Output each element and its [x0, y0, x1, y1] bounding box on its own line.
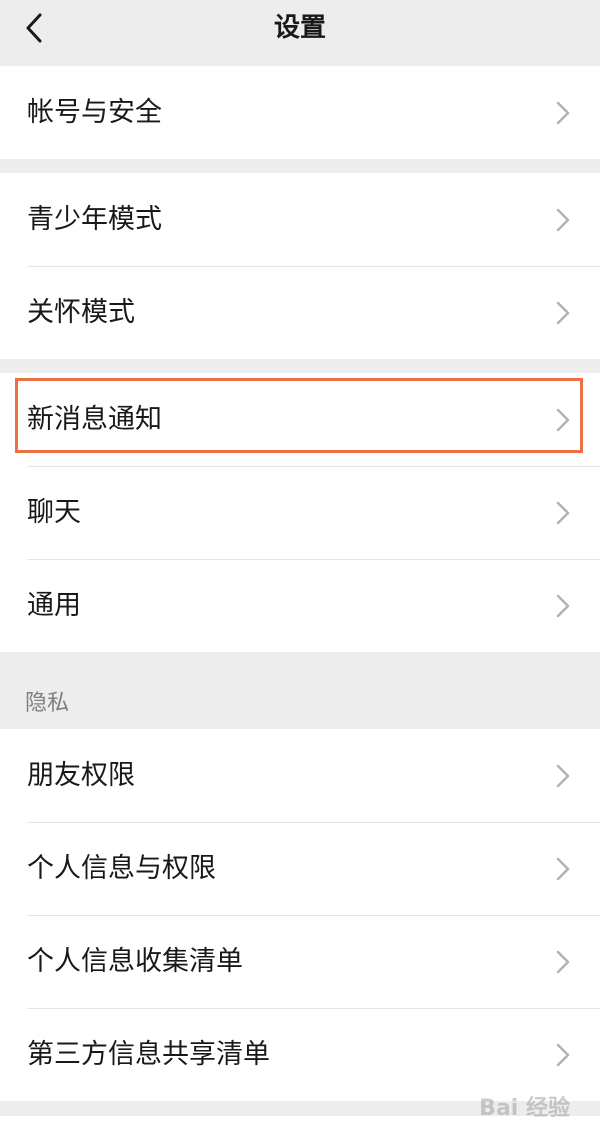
- settings-item-label: 朋友权限: [27, 760, 135, 791]
- settings-item-personal-info-collection[interactable]: 个人信息收集清单: [0, 915, 600, 1008]
- settings-item-teen-mode[interactable]: 青少年模式: [0, 173, 600, 266]
- settings-item-personal-info-permissions[interactable]: 个人信息与权限: [0, 822, 600, 915]
- settings-item-general[interactable]: 通用: [0, 559, 600, 652]
- settings-group-privacy: 朋友权限 个人信息与权限 个人信息收集清单 第三方信息共享清单: [0, 729, 600, 1101]
- chevron-right-icon: [556, 101, 570, 125]
- chevron-right-icon: [556, 501, 570, 525]
- settings-item-third-party-sharing[interactable]: 第三方信息共享清单: [0, 1008, 600, 1101]
- settings-item-label: 第三方信息共享清单: [27, 1039, 270, 1070]
- chevron-right-icon: [556, 301, 570, 325]
- settings-item-label: 个人信息收集清单: [27, 946, 243, 977]
- settings-item-label: 关怀模式: [27, 297, 135, 328]
- watermark: Bai 经验: [479, 1096, 570, 1121]
- settings-item-new-message-notification[interactable]: 新消息通知: [0, 373, 600, 466]
- chevron-right-icon: [556, 1043, 570, 1067]
- section-title-privacy: 隐私: [25, 691, 70, 716]
- settings-group-modes: 青少年模式 关怀模式: [0, 173, 600, 359]
- settings-item-account-security[interactable]: 帐号与安全: [0, 66, 600, 159]
- page-title: 设置: [273, 13, 326, 43]
- settings-group-account: 帐号与安全: [0, 66, 600, 159]
- settings-item-friend-permissions[interactable]: 朋友权限: [0, 729, 600, 822]
- settings-item-label: 个人信息与权限: [27, 853, 216, 884]
- settings-item-care-mode[interactable]: 关怀模式: [0, 266, 600, 359]
- chevron-right-icon: [556, 208, 570, 232]
- settings-item-label: 帐号与安全: [27, 97, 162, 128]
- chevron-right-icon: [556, 950, 570, 974]
- chevron-right-icon: [556, 594, 570, 618]
- settings-item-label: 通用: [27, 590, 81, 621]
- chevron-right-icon: [556, 857, 570, 881]
- settings-item-label: 新消息通知: [27, 404, 162, 435]
- settings-item-label: 青少年模式: [27, 204, 162, 235]
- settings-item-label: 聊天: [27, 497, 81, 528]
- top-bar: 设置: [0, 0, 600, 56]
- chevron-right-icon: [556, 764, 570, 788]
- settings-item-chat[interactable]: 聊天: [0, 466, 600, 559]
- chevron-right-icon: [556, 408, 570, 432]
- settings-group-general: 新消息通知 聊天 通用: [0, 373, 600, 652]
